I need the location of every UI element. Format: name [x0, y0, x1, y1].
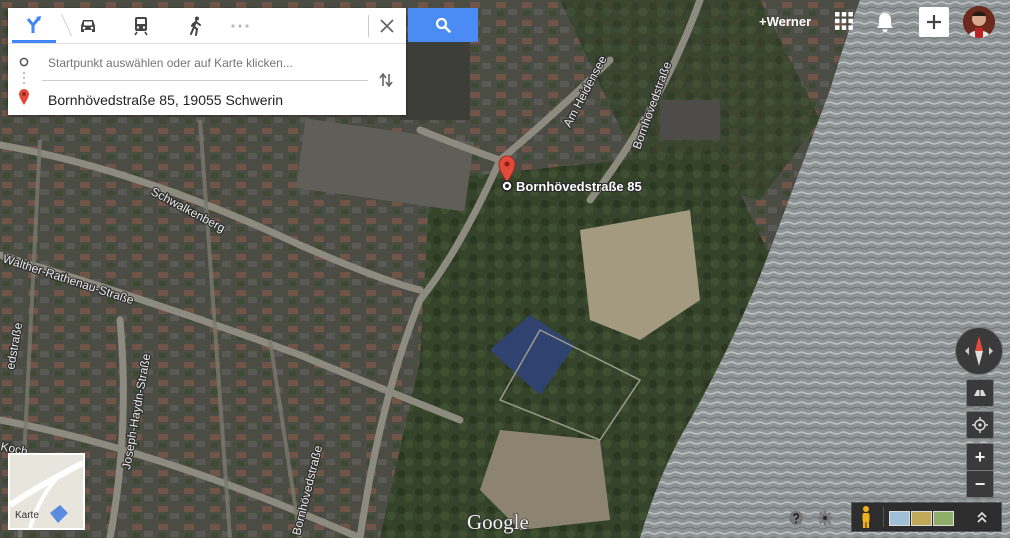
- map-view-switcher[interactable]: Karte: [8, 453, 85, 530]
- start-underline: [42, 80, 368, 81]
- start-point-icon: [19, 57, 29, 67]
- walking-icon: [190, 16, 201, 36]
- avatar[interactable]: [963, 6, 995, 38]
- tilt-3d-icon: [974, 390, 986, 396]
- imagery-thumb-2[interactable]: [911, 511, 932, 526]
- close-icon: [380, 18, 394, 33]
- marker-label: Bornhövedstraße 85: [516, 179, 642, 194]
- profile-photo-icon: [963, 6, 995, 38]
- google-attribution: Google: [467, 510, 529, 534]
- compass-control[interactable]: [955, 327, 1003, 375]
- plus-icon: [927, 15, 941, 29]
- tray-divider: [883, 507, 884, 527]
- apps-grid-icon: [835, 12, 853, 30]
- mode-car[interactable]: [68, 8, 108, 43]
- my-location-button[interactable]: [966, 411, 994, 439]
- minimap-label: Karte: [15, 510, 39, 521]
- train-icon: [134, 16, 148, 35]
- destination-pin-icon: [19, 89, 29, 105]
- destination-row: [8, 82, 406, 116]
- help-button[interactable]: [788, 510, 806, 528]
- close-directions-button[interactable]: [368, 8, 406, 43]
- expand-tray-button[interactable]: [971, 507, 993, 527]
- car-icon: [81, 19, 95, 32]
- imagery-thumb-1[interactable]: [889, 511, 910, 526]
- apps-button[interactable]: [834, 11, 856, 33]
- tilt-button[interactable]: [966, 379, 994, 407]
- compass-icon: [965, 336, 993, 366]
- travel-mode-bar: [8, 8, 406, 43]
- mode-more[interactable]: [220, 8, 260, 43]
- modes-divider: [8, 43, 406, 44]
- crosshair-icon: [972, 417, 988, 433]
- route-arrow-icon: [26, 16, 41, 33]
- help-icon: [789, 511, 803, 525]
- mode-walking[interactable]: [176, 8, 216, 43]
- mode-best-route[interactable]: [12, 8, 56, 43]
- pegman-icon: [862, 506, 870, 528]
- notifications-button[interactable]: [875, 11, 897, 33]
- start-input[interactable]: [46, 52, 370, 74]
- settings-button[interactable]: [817, 510, 835, 528]
- destination-input[interactable]: [46, 88, 370, 112]
- zoom-in-button[interactable]: +: [966, 443, 994, 471]
- user-name-link[interactable]: +Werner: [759, 14, 811, 29]
- location-marker[interactable]: [498, 155, 516, 192]
- bell-icon: [877, 13, 893, 32]
- share-add-button[interactable]: [919, 7, 949, 37]
- imagery-tray: [851, 502, 1002, 532]
- imagery-thumb-3[interactable]: [933, 511, 954, 526]
- gear-icon: [817, 510, 833, 526]
- search-icon: [435, 17, 451, 33]
- mode-transit[interactable]: [121, 8, 161, 43]
- street-view-pegman[interactable]: [856, 505, 878, 529]
- search-button[interactable]: [408, 8, 478, 42]
- more-dots-icon: [231, 23, 249, 28]
- start-row: [8, 46, 406, 81]
- double-chevron-up-icon: [977, 511, 987, 523]
- directions-panel: [8, 8, 406, 115]
- zoom-out-button[interactable]: −: [966, 470, 994, 498]
